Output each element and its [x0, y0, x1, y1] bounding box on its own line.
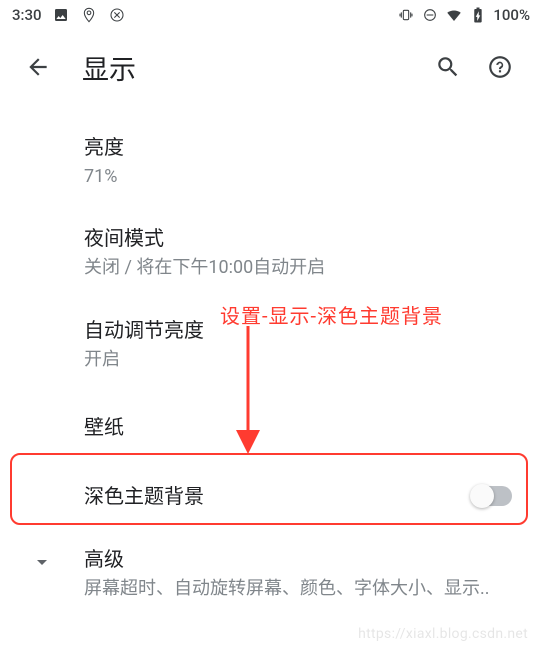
status-right: 100%: [397, 6, 530, 24]
item-title: 高级: [84, 546, 494, 573]
item-subtitle: 屏幕超时、自动旋转屏幕、颜色、字体大小、显示..: [84, 577, 494, 601]
toggle-thumb: [470, 484, 494, 508]
status-bar: 3:30 100%: [0, 0, 538, 30]
watermark: https://xiaxl.blog.csdn.net: [358, 626, 528, 642]
item-advanced[interactable]: 高级 屏幕超时、自动旋转屏幕、颜色、字体大小、显示..: [0, 528, 538, 619]
help-button[interactable]: [480, 47, 520, 87]
status-battery-text: 100%: [493, 6, 530, 24]
search-icon: [435, 54, 461, 80]
status-time: 3:30: [12, 6, 42, 24]
dark-theme-toggle[interactable]: [472, 486, 512, 506]
image-icon: [52, 6, 70, 24]
item-dark-theme[interactable]: 深色主题背景: [0, 465, 538, 528]
back-button[interactable]: [18, 47, 58, 87]
item-wallpaper[interactable]: 壁纸: [0, 390, 538, 465]
item-subtitle: 关闭 / 将在下午10:00自动开启: [84, 256, 514, 280]
vibrate-icon: [397, 6, 415, 24]
location-icon: [80, 6, 98, 24]
item-title: 夜间模式: [84, 225, 514, 252]
chevron-down-icon: [30, 550, 54, 574]
item-subtitle: 开启: [84, 348, 514, 372]
arrow-back-icon: [25, 54, 51, 80]
item-title: 自动调节亮度: [84, 317, 514, 344]
item-brightness[interactable]: 亮度 71%: [0, 116, 538, 207]
item-adaptive-brightness[interactable]: 自动调节亮度 开启: [0, 299, 538, 390]
item-title: 亮度: [84, 134, 514, 161]
page-title: 显示: [82, 48, 428, 87]
expand-chevron: [0, 546, 84, 574]
item-title: 壁纸: [84, 408, 514, 447]
search-button[interactable]: [428, 47, 468, 87]
item-night-mode[interactable]: 夜间模式 关闭 / 将在下午10:00自动开启: [0, 207, 538, 298]
settings-list: 亮度 71% 夜间模式 关闭 / 将在下午10:00自动开启 自动调节亮度 开启…: [0, 104, 538, 619]
dnd-icon: [421, 6, 439, 24]
app-bar: 显示: [0, 30, 538, 104]
status-left: 3:30: [12, 6, 126, 24]
sync-icon: [108, 6, 126, 24]
battery-charging-icon: [469, 6, 487, 24]
item-subtitle: 71%: [84, 165, 514, 189]
help-icon: [487, 54, 513, 80]
wifi-icon: [445, 6, 463, 24]
item-title: 深色主题背景: [84, 483, 472, 510]
